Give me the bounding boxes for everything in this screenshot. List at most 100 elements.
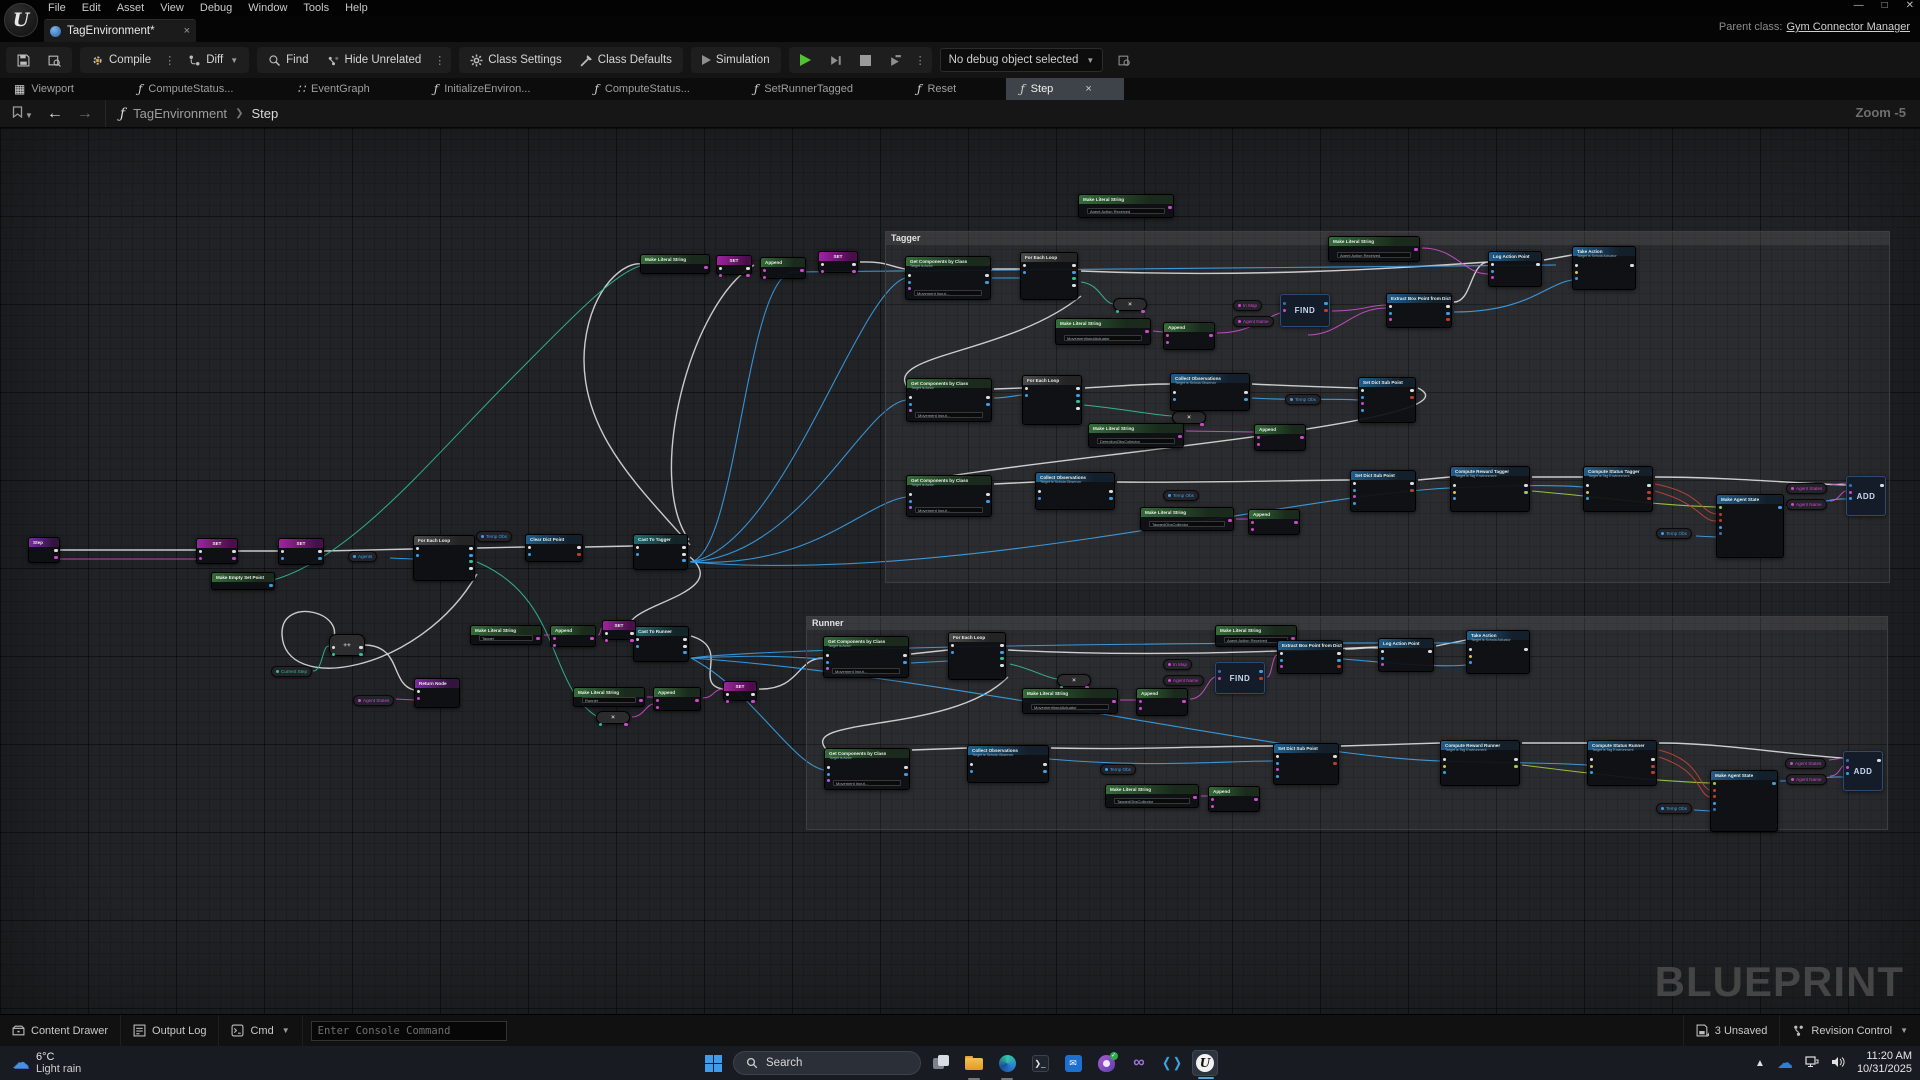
output-log-button[interactable]: Output Log [121, 1015, 219, 1046]
taskbar-icon-file-explorer[interactable] [961, 1050, 987, 1076]
bp-node-for-each-loop[interactable]: For Each Loop [1020, 252, 1078, 300]
bp-node-make-literal-string[interactable]: Make Literal StringMovementInputActuator [1055, 318, 1151, 345]
data-pin[interactable] [553, 637, 556, 640]
taskbar-icon-terminal[interactable]: ❯_ [1027, 1050, 1053, 1076]
bp-node-set[interactable]: SET [723, 681, 757, 701]
data-pin[interactable] [1381, 663, 1384, 666]
bp-node-for-each-loop[interactable]: For Each Loop [413, 535, 475, 581]
data-pin[interactable] [1139, 700, 1142, 703]
exec-pin[interactable] [682, 553, 685, 556]
node-value-field[interactable]: Movement Input… [914, 290, 982, 296]
bp-node-make-literal-string[interactable]: Make Literal StringMovementInputActuator [1022, 688, 1118, 714]
bp-node-extract-box-point-from-dict[interactable]: Extract Box Point from Dict [1386, 293, 1452, 328]
menu-help[interactable]: Help [337, 2, 376, 14]
data-pin[interactable] [986, 500, 989, 503]
exec-pin[interactable] [1244, 391, 1247, 394]
variable-pill-current-step[interactable]: Current Step [271, 666, 312, 677]
revision-control-button[interactable]: Revision Control ▼ [1779, 1015, 1920, 1046]
bp-node-log-action-point[interactable]: Log Action Point [1378, 638, 1434, 672]
class-settings-button[interactable]: Class Settings [461, 47, 571, 73]
exec-pin[interactable] [1514, 758, 1517, 761]
bp-node-get-components-by-class[interactable]: Get Components by ClassTarget is ActorMo… [906, 378, 992, 422]
data-pin[interactable] [1211, 805, 1214, 808]
bp-node-set[interactable]: SET [196, 538, 238, 564]
exec-pin[interactable] [1025, 387, 1028, 390]
data-pin[interactable] [1353, 495, 1356, 498]
bp-node-find[interactable]: FIND [1215, 662, 1265, 694]
exec-pin[interactable] [469, 567, 472, 570]
exec-pin[interactable] [1076, 387, 1079, 390]
data-pin[interactable] [1324, 302, 1327, 305]
data-pin[interactable] [1276, 768, 1279, 771]
exec-pin[interactable] [909, 396, 912, 399]
bp-node-take-action[interactable]: Take ActionTarget is Schola Actuator [1572, 246, 1636, 290]
bp-node-make-literal-string[interactable]: Make Literal StringDetectionObsCollector [1088, 423, 1184, 448]
data-pin[interactable] [1038, 497, 1041, 500]
data-pin[interactable] [1414, 248, 1417, 251]
data-pin[interactable] [1389, 318, 1392, 321]
data-pin[interactable] [630, 639, 633, 642]
data-pin[interactable] [986, 403, 989, 406]
browse-to-asset-button[interactable] [39, 47, 70, 73]
play-button[interactable] [791, 47, 820, 73]
data-pin[interactable] [746, 274, 749, 277]
bp-node-set[interactable]: SET [716, 255, 752, 275]
data-pin[interactable] [1443, 765, 1446, 768]
variable-pill-agent-states[interactable]: Agent States [1786, 483, 1827, 494]
unsaved-assets-button[interactable]: ★ 3 Unsaved [1683, 1015, 1780, 1046]
data-pin[interactable] [1590, 765, 1593, 768]
bp-node-make-literal-string[interactable]: Make Literal StringTaggedObsCollector [1140, 507, 1234, 531]
exec-pin[interactable] [970, 763, 973, 766]
data-pin[interactable] [985, 281, 988, 284]
exec-pin[interactable] [683, 638, 686, 641]
bp-node-compute-reward-tagger[interactable]: Compute Reward TaggerTarget is Tag Envir… [1450, 466, 1530, 512]
exec-pin[interactable] [1446, 305, 1449, 308]
node-value-field[interactable]: Movement Input… [832, 668, 900, 674]
bp-node-make-literal-string[interactable]: Make Literal StringAgent Action Received [1328, 236, 1420, 262]
data-pin[interactable] [1713, 782, 1716, 785]
menu-asset[interactable]: Asset [109, 2, 153, 14]
data-pin[interactable] [1719, 526, 1722, 529]
exec-pin[interactable] [1072, 284, 1075, 287]
data-pin[interactable] [536, 637, 539, 640]
data-pin[interactable] [1575, 277, 1578, 280]
data-pin[interactable] [1651, 771, 1654, 774]
exec-pin[interactable] [1469, 648, 1472, 651]
doc-tab-eventgraph[interactable]: ∷EventGraph [283, 78, 383, 100]
content-drawer-button[interactable]: Content Drawer [0, 1015, 121, 1046]
data-pin[interactable] [1443, 771, 1446, 774]
minimize-button[interactable]: — [1854, 0, 1864, 11]
data-pin[interactable] [1647, 491, 1650, 494]
data-pin[interactable] [1139, 707, 1142, 710]
bp-node-return-node[interactable]: Return Node [414, 678, 460, 708]
variable-pill-agent-name[interactable]: Agent Name [1786, 499, 1827, 510]
taskbar-icon-visual-studio[interactable]: ∞ [1126, 1050, 1152, 1076]
blueprint-graph-canvas[interactable]: BLUEPRINT TaggerRunnerStepSETMake Empty … [0, 128, 1920, 1014]
data-pin[interactable] [1182, 700, 1185, 703]
asset-tab-tagenvironment[interactable]: TagEnvironment* × [44, 19, 196, 42]
variable-pill-in-map[interactable]: In Map [1163, 659, 1192, 670]
exec-pin[interactable] [577, 546, 580, 549]
data-pin[interactable] [590, 637, 593, 640]
variable-pill-temp-obs[interactable]: Temp Obs [1656, 528, 1692, 539]
taskbar-icon-vscode[interactable]: ❬❭ [1159, 1050, 1185, 1076]
bp-node-[interactable]: × [596, 711, 630, 724]
maximize-button[interactable]: □ [1882, 0, 1888, 11]
data-pin[interactable] [1141, 310, 1144, 313]
bp-node-add[interactable]: ADD [1846, 476, 1886, 516]
menu-window[interactable]: Window [240, 2, 295, 14]
data-pin[interactable] [1072, 271, 1075, 274]
menu-tools[interactable]: Tools [295, 2, 337, 14]
node-value-field[interactable]: Agent Action Received [1087, 208, 1165, 214]
data-pin[interactable] [1389, 312, 1392, 315]
data-pin[interactable] [605, 639, 608, 642]
data-pin[interactable] [1849, 491, 1852, 494]
data-pin[interactable] [1211, 798, 1214, 801]
node-value-field[interactable]: TaggedObsCollector [1114, 798, 1190, 804]
exec-pin[interactable] [1381, 650, 1384, 653]
data-pin[interactable] [1300, 436, 1303, 439]
data-pin[interactable] [1166, 334, 1169, 337]
bp-node-[interactable]: × [1113, 298, 1147, 311]
data-pin[interactable] [751, 700, 754, 703]
exec-pin[interactable] [1353, 482, 1356, 485]
